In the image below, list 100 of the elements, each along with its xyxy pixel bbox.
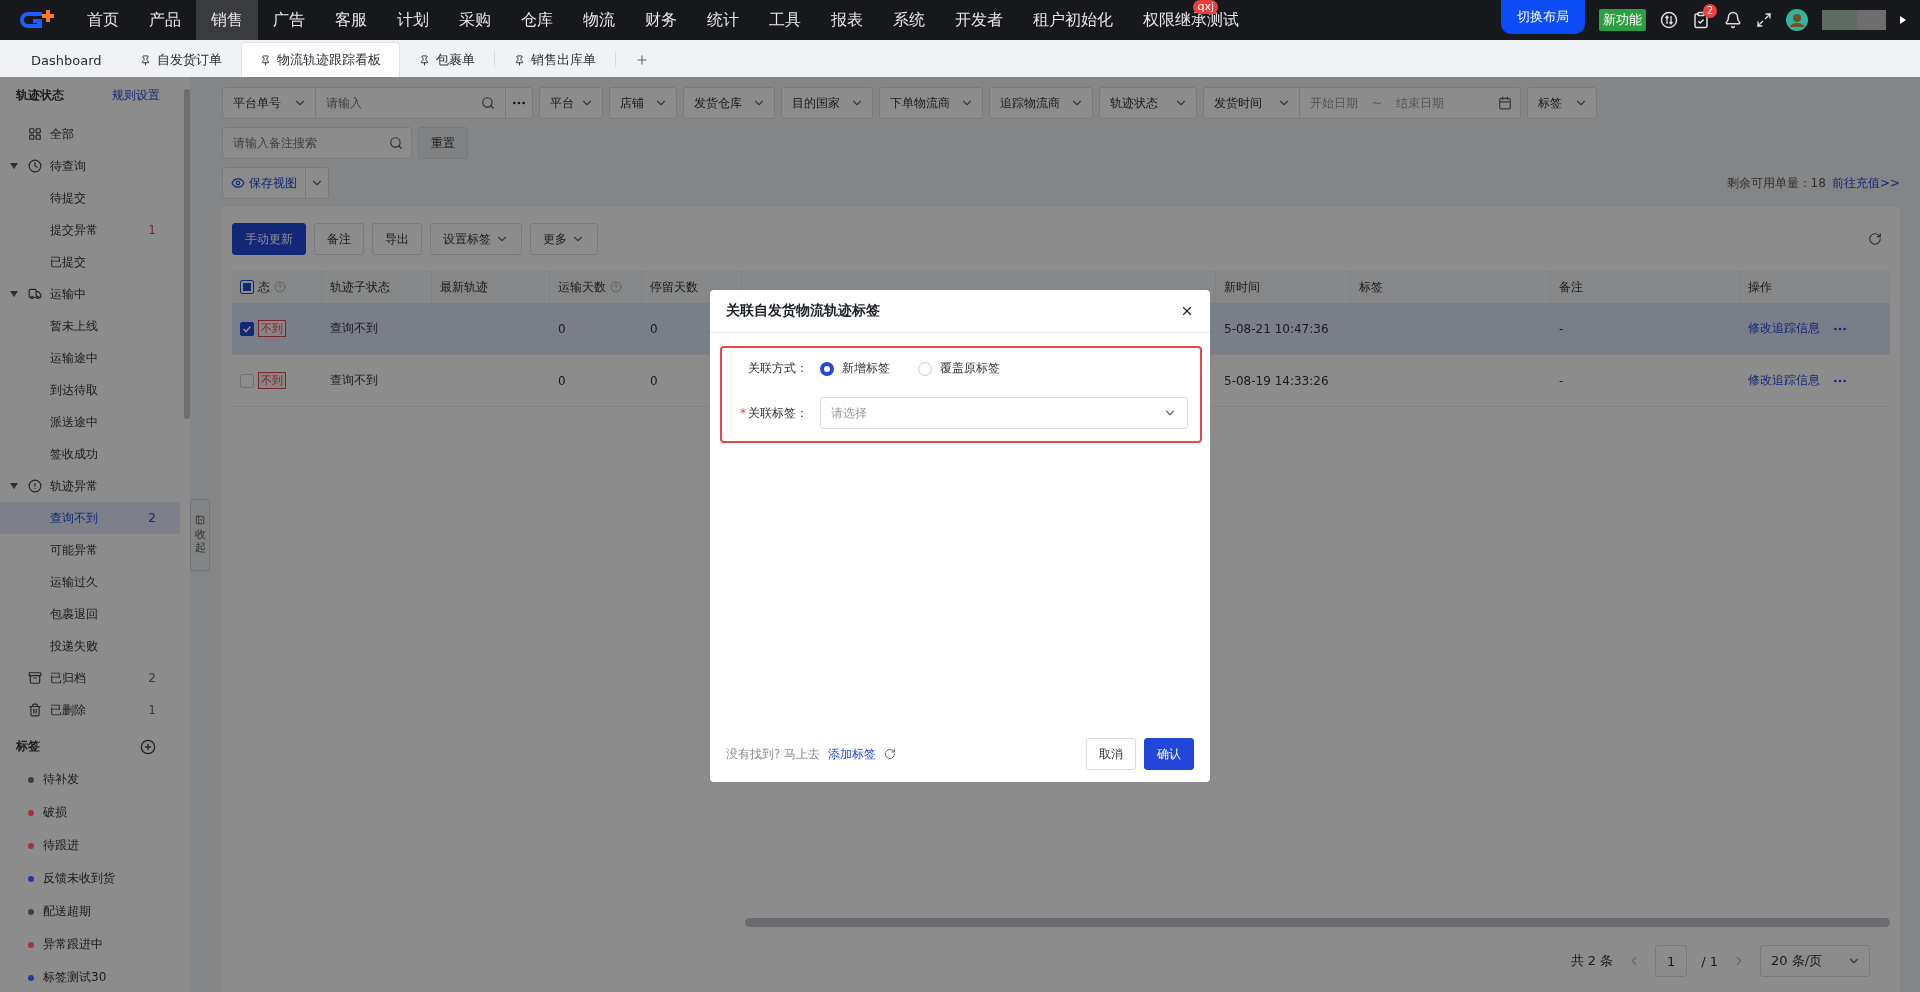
nav-item[interactable]: 租户初始化 xyxy=(1018,0,1128,40)
date-type-select[interactable]: 发货时间 xyxy=(1204,88,1300,118)
tag-item[interactable]: 配送超期 xyxy=(0,895,190,928)
fullscreen-icon[interactable] xyxy=(1756,12,1772,28)
radio-option[interactable]: 新增标签 xyxy=(820,360,890,377)
nav-item[interactable]: 销售 xyxy=(196,0,258,40)
save-view-button[interactable]: 保存视图 xyxy=(222,167,329,199)
sidebar-item[interactable]: 待提交 xyxy=(0,182,180,214)
nav-item[interactable]: 采购 xyxy=(444,0,506,40)
toolbar-button[interactable]: 手动更新 xyxy=(232,223,306,255)
cancel-button[interactable]: 取消 xyxy=(1086,738,1136,770)
bell-icon[interactable] xyxy=(1724,11,1742,29)
add-icon[interactable] xyxy=(140,738,156,755)
tab[interactable]: 物流轨迹跟踪看板 xyxy=(240,42,400,77)
filter-select[interactable]: 目的国家 xyxy=(781,87,873,119)
calendar-icon[interactable] xyxy=(1498,96,1512,110)
avatar[interactable] xyxy=(1786,9,1808,31)
page-size-select[interactable]: 20 条/页 xyxy=(1760,945,1870,977)
sidebar-item[interactable]: 包裹退回 xyxy=(0,598,180,630)
tab[interactable]: 包裹单 xyxy=(399,42,494,77)
search-icon[interactable] xyxy=(481,96,495,110)
nav-item[interactable]: 开发者 xyxy=(940,0,1018,40)
edit-tracking-link[interactable]: 修改追踪信息 xyxy=(1748,320,1820,337)
sidebar-item[interactable]: 待查询 xyxy=(0,150,180,182)
scrollbar[interactable] xyxy=(184,89,190,419)
filter-select[interactable]: 平台 xyxy=(539,87,603,119)
task-count: 2 xyxy=(1702,4,1717,18)
sidebar-item[interactable]: 提交异常 1 xyxy=(0,214,180,246)
tag-item[interactable]: 待跟进 xyxy=(0,829,190,862)
toolbar-button[interactable]: 设置标签 xyxy=(430,223,522,255)
sidebar-item[interactable]: 已删除 1 xyxy=(0,694,180,726)
tag-select[interactable]: 标签 xyxy=(1527,87,1597,119)
plus-icon xyxy=(634,53,649,67)
nav-item[interactable]: 产品 xyxy=(134,0,196,40)
order-search-group[interactable]: 平台单号 请输入 xyxy=(222,87,533,119)
reset-button[interactable]: 重置 xyxy=(418,127,468,159)
sidebar-item[interactable]: 投递失败 xyxy=(0,630,180,662)
filter-select[interactable]: 店铺 xyxy=(609,87,677,119)
sidebar-item[interactable]: 可能异常 xyxy=(0,534,180,566)
select-all-checkbox[interactable] xyxy=(240,280,254,294)
recharge-link[interactable]: 前往充值>> xyxy=(1831,174,1900,192)
toolbar-button[interactable]: 更多 xyxy=(530,223,598,255)
tag-item[interactable]: 标签测试30 xyxy=(0,961,190,992)
page-field[interactable]: 1 xyxy=(1655,945,1688,977)
search-field[interactable]: 请输入 xyxy=(316,96,481,110)
new-feature-badge[interactable]: 新功能 xyxy=(1599,9,1646,31)
tag-item[interactable]: 反馈未收到货 xyxy=(0,862,190,895)
tag-select[interactable]: 请选择 xyxy=(820,397,1188,429)
nav-item[interactable]: 报表 xyxy=(816,0,878,40)
nav-item[interactable]: 物流 xyxy=(568,0,630,40)
tab[interactable]: 销售出库单 xyxy=(494,42,615,77)
sidebar-item[interactable]: 运输中 xyxy=(0,278,180,310)
sidebar-item[interactable]: 到达待取 xyxy=(0,374,180,406)
nav-item[interactable]: 客服 xyxy=(320,0,382,40)
row-checkbox[interactable] xyxy=(240,321,254,336)
toolbar-button[interactable]: 导出 xyxy=(372,223,422,255)
nav-item[interactable]: 工具 xyxy=(754,0,816,40)
filter-select[interactable]: 下单物流商 xyxy=(879,87,983,119)
confirm-button[interactable]: 确认 xyxy=(1144,738,1194,770)
switch-layout-button[interactable]: 切换布局 xyxy=(1501,0,1585,34)
search-icon[interactable] xyxy=(389,136,403,150)
nav-item[interactable]: 首页 xyxy=(72,0,134,40)
tab[interactable]: Dashboard xyxy=(12,42,121,77)
filter-select[interactable]: 发货仓库 xyxy=(683,87,775,119)
remark-search-field[interactable]: 请输入备注搜索 xyxy=(222,127,412,159)
edit-tracking-link[interactable]: 修改追踪信息 xyxy=(1748,372,1820,389)
tag-item[interactable]: 待补发 xyxy=(0,763,190,796)
tab[interactable]: 自发货订单 xyxy=(120,42,241,77)
sidebar-item[interactable]: 查询不到 2 xyxy=(0,502,180,534)
refresh-icon[interactable] xyxy=(1868,232,1882,246)
tag-item[interactable]: 异常跟进中 xyxy=(0,928,190,961)
nav-item[interactable]: 广告 xyxy=(258,0,320,40)
nav-item[interactable]: 统计 xyxy=(692,0,754,40)
add-tag-link[interactable]: 添加标签 xyxy=(828,745,877,763)
nav-item[interactable]: 财务 xyxy=(630,0,692,40)
refresh-icon[interactable] xyxy=(884,748,897,760)
sidebar-item[interactable]: 运输途中 xyxy=(0,342,180,374)
tag-item[interactable]: 破损 xyxy=(0,796,190,829)
toolbar-button[interactable]: 备注 xyxy=(314,223,364,255)
nav-item[interactable]: 系统 xyxy=(878,0,940,40)
filter-select[interactable]: 轨迹状态 xyxy=(1099,87,1197,119)
filter-select[interactable]: 追踪物流商 xyxy=(989,87,1093,119)
horizontal-scrollbar[interactable] xyxy=(745,918,1890,927)
sidebar-item[interactable]: 轨迹异常 xyxy=(0,470,180,502)
nav-item[interactable]: 计划 xyxy=(382,0,444,40)
sidebar-item[interactable]: 暂未上线 xyxy=(0,310,180,342)
order-type-select[interactable]: 平台单号 xyxy=(223,88,316,118)
sidebar-item[interactable]: 派送途中 xyxy=(0,406,180,438)
rule-settings-link[interactable]: 规则设置 xyxy=(112,87,160,104)
nav-item[interactable]: 仓库 xyxy=(506,0,568,40)
sidebar-item[interactable]: 已归档 2 xyxy=(0,662,180,694)
sidebar-item[interactable]: 已提交 xyxy=(0,246,180,278)
close-icon[interactable] xyxy=(1180,304,1194,318)
radio-option[interactable]: 覆盖原标签 xyxy=(918,360,1000,377)
swap-icon[interactable] xyxy=(1660,11,1678,29)
sidebar-item[interactable]: 全部 xyxy=(0,118,180,150)
sidebar-item[interactable]: 运输过久 xyxy=(0,566,180,598)
sidebar-item[interactable]: 签收成功 xyxy=(0,438,180,470)
caret-icon[interactable] xyxy=(1900,16,1906,24)
collapse-handle[interactable]: 收起 xyxy=(190,498,210,571)
